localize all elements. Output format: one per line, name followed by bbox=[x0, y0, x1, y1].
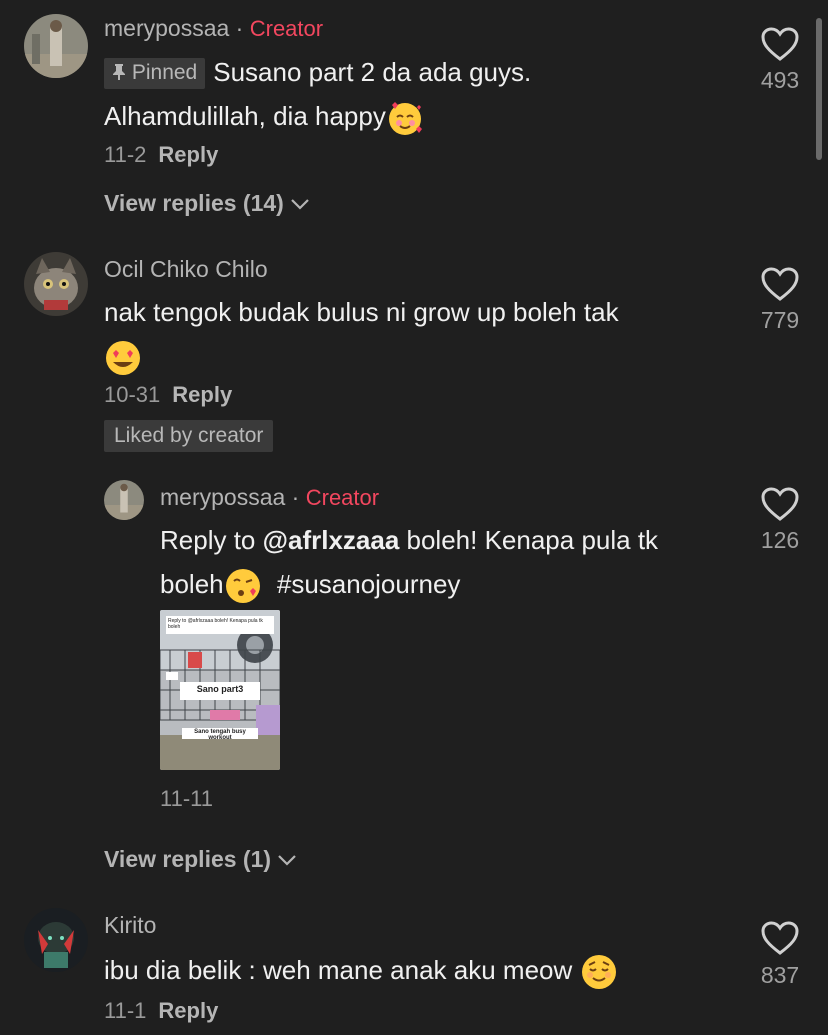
avatar[interactable] bbox=[24, 908, 88, 972]
thumbnail-subtitle: Sano tengah busy workout bbox=[194, 729, 246, 741]
heart-icon[interactable] bbox=[760, 486, 800, 522]
comment-date: 11-1 bbox=[104, 998, 147, 1023]
comment-text: ibu dia belik : weh mane anak aku meow bbox=[104, 948, 744, 992]
comment-text-line2: Alhamdulillah, dia happy bbox=[104, 101, 386, 131]
separator-dot: · bbox=[291, 484, 306, 510]
comment-text: Pinned Susano part 2 da ada guys. Alhamd… bbox=[104, 50, 724, 138]
comment-meta: 11-1 Reply bbox=[104, 998, 218, 1024]
avatar[interactable] bbox=[104, 480, 144, 520]
like-count: 493 bbox=[760, 67, 800, 93]
smiling-face-with-hearts-icon bbox=[388, 102, 422, 136]
view-replies-button[interactable]: View replies (14) bbox=[104, 190, 310, 217]
liked-by-creator-badge: Liked by creator bbox=[104, 420, 274, 452]
reply-button[interactable]: Reply bbox=[172, 382, 232, 407]
thumbnail-caption: Reply to @afrlxzaaa boleh! Kenapa pula t… bbox=[168, 618, 263, 630]
face-blowing-kiss-icon bbox=[225, 569, 260, 604]
like-count: 837 bbox=[760, 962, 800, 988]
mention-link[interactable]: @afrlxzaaa bbox=[263, 525, 400, 555]
relieved-face-icon bbox=[581, 955, 616, 990]
username[interactable]: merypossaa bbox=[160, 484, 285, 510]
comment-date: 11-2 bbox=[104, 142, 147, 167]
comment-meta: 11-2 Reply bbox=[104, 142, 218, 168]
avatar[interactable] bbox=[24, 252, 88, 316]
creator-badge: Creator bbox=[305, 485, 380, 510]
comment-text-line1: nak tengok budak bulus ni grow up boleh … bbox=[104, 297, 619, 327]
comment-text-line1: ibu dia belik : weh mane anak aku meow bbox=[104, 955, 573, 985]
thumbnail-title: Sano part3 bbox=[196, 684, 244, 694]
reply-date: 11-11 bbox=[160, 786, 214, 811]
like-count: 126 bbox=[760, 527, 800, 553]
pin-icon bbox=[113, 64, 125, 80]
scrollbar[interactable] bbox=[816, 18, 822, 160]
avatar[interactable] bbox=[24, 14, 88, 78]
reply-text: Reply to @afrlxzaaa boleh! Kenapa pula t… bbox=[160, 518, 740, 606]
reply-text-word: boleh bbox=[160, 569, 224, 599]
username[interactable]: merypossaa bbox=[104, 15, 229, 41]
reply-text-rest: boleh! Kenapa pula tk bbox=[406, 525, 659, 555]
comment-meta: 10-31 Reply bbox=[104, 382, 232, 408]
pinned-badge: Pinned bbox=[104, 58, 206, 89]
comment-text: nak tengok budak bulus ni grow up boleh … bbox=[104, 290, 724, 378]
comment-date: 10-31 bbox=[104, 382, 161, 407]
chevron-down-icon bbox=[291, 199, 310, 210]
separator-dot: · bbox=[235, 15, 250, 41]
like-count: 779 bbox=[760, 307, 800, 333]
username[interactable]: Kirito bbox=[104, 912, 156, 939]
heart-eyes-icon bbox=[106, 341, 140, 376]
comment-text-line1: Susano part 2 da ada guys. bbox=[213, 57, 532, 87]
reply-button[interactable]: Reply bbox=[158, 142, 218, 167]
username[interactable]: Ocil Chiko Chilo bbox=[104, 256, 268, 283]
chevron-down-icon bbox=[278, 855, 297, 866]
heart-icon[interactable] bbox=[760, 266, 800, 302]
creator-badge: Creator bbox=[249, 16, 324, 41]
reply-prefix: Reply to bbox=[160, 525, 256, 555]
reply-button[interactable]: Reply bbox=[158, 998, 218, 1023]
hashtag-link[interactable]: #susanojourney bbox=[277, 569, 461, 599]
heart-icon[interactable] bbox=[760, 26, 800, 62]
view-replies-button[interactable]: View replies (1) bbox=[104, 846, 297, 873]
heart-icon[interactable] bbox=[760, 920, 800, 956]
video-thumbnail[interactable]: Reply to @afrlxzaaa boleh! Kenapa pula t… bbox=[160, 610, 280, 770]
